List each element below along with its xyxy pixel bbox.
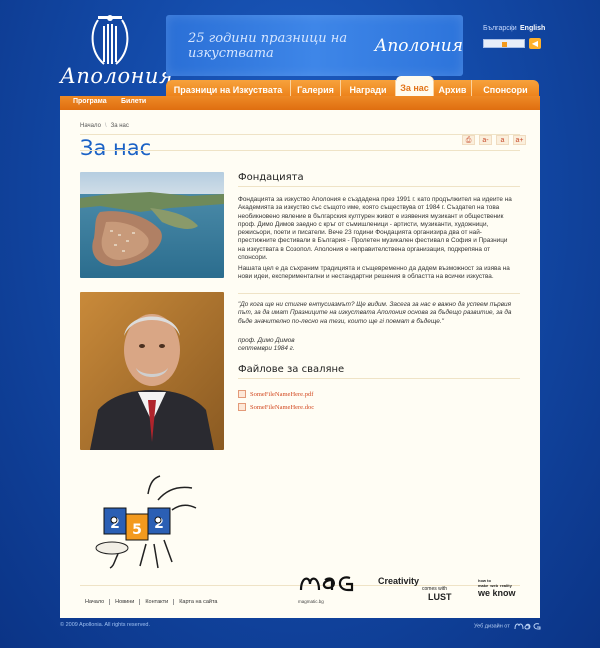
footer-link-sitemap[interactable]: Карта на сайта: [174, 599, 222, 605]
language-english-link[interactable]: English: [520, 25, 545, 32]
font-decrease-button[interactable]: a-: [479, 135, 492, 145]
logo-text: Аполония: [60, 64, 174, 88]
page-title: За нас: [80, 136, 152, 160]
magmatic-small-icon: [514, 623, 541, 630]
festival-mascot-illustration: 2 5 2: [95, 475, 197, 569]
quote-date: септември 1984 г.: [238, 345, 295, 352]
subnav-program[interactable]: Програма: [73, 98, 107, 105]
banner-text: 25 години празници на изкуствата: [188, 30, 348, 61]
sponsor-magmatic-logo[interactable]: magmatic.bg: [298, 572, 370, 604]
sponsor-creativity-logo[interactable]: Creativity comes with LUST: [378, 576, 464, 602]
sub-navigation: Програма Билети: [60, 96, 540, 110]
breadcrumb-separator: \: [104, 123, 107, 129]
content-panel: Начало \ За нас За нас ⎙ a- a a+ Фондаци…: [60, 110, 540, 618]
section-heading-foundation: Фондацията: [238, 172, 304, 183]
footer-link-news[interactable]: Новини: [110, 599, 141, 605]
foundation-paragraph: Фондацията за изкуство Аполония е създад…: [238, 196, 512, 262]
download-file-doc[interactable]: SomeFileNameHere.doc: [238, 403, 314, 411]
magmatic-mark-icon: [299, 576, 354, 592]
file-icon: [238, 390, 246, 398]
download-file-pdf[interactable]: SomeFileNameHere.pdf: [238, 390, 313, 398]
footer-link-contacts[interactable]: Контакти: [140, 599, 175, 605]
breadcrumb: Начало \ За нас: [80, 123, 129, 129]
creativity-line1: Creativity: [378, 576, 420, 586]
web-design-credit[interactable]: Уеб дизайн от: [474, 622, 544, 630]
file-name[interactable]: SomeFileNameHere.pdf: [250, 391, 313, 398]
divider: [238, 378, 520, 379]
portrait-photo: [80, 292, 224, 450]
svg-text:5: 5: [132, 522, 142, 538]
divider: [80, 150, 520, 151]
breadcrumb-home[interactable]: Начало: [80, 123, 101, 129]
file-icon: [238, 403, 246, 411]
web-design-label: Уеб дизайн от: [474, 623, 510, 630]
anniversary-banner[interactable]: 25 години празници на изкуствата Аполони…: [166, 15, 463, 76]
divider: [238, 293, 520, 294]
volume-slider[interactable]: [483, 39, 525, 48]
footer-links: Начало Новини Контакти Карта на сайта: [80, 599, 222, 605]
breadcrumb-current: За нас: [110, 123, 129, 129]
magmatic-caption: magmatic.bg: [298, 599, 324, 604]
lyre-icon: [91, 15, 129, 65]
font-increase-button[interactable]: a+: [513, 135, 526, 145]
font-reset-button[interactable]: a: [496, 135, 509, 145]
print-icon[interactable]: ⎙: [462, 135, 475, 145]
weknow-line5: we know: [478, 588, 516, 598]
text-tools: ⎙ a- a a+: [462, 135, 526, 145]
speaker-icon[interactable]: ◀: [529, 38, 541, 49]
apollonia-logo[interactable]: Аполония: [60, 12, 174, 92]
file-name[interactable]: SomeFileNameHere.doc: [250, 404, 314, 411]
section-heading-downloads: Файлове за сваляне: [238, 364, 345, 375]
goal-paragraph: Нашата цел е да съхраним традицията и съ…: [238, 265, 510, 281]
footer-link-home[interactable]: Начало: [80, 599, 111, 605]
subnav-tickets[interactable]: Билети: [121, 98, 146, 105]
divider: [80, 134, 520, 135]
founder-quote: "До кога ще ни стигне ентусиазмът? Ще ви…: [238, 301, 512, 325]
divider: [238, 186, 520, 187]
language-separator: |: [511, 25, 513, 32]
audio-player: ◀: [483, 38, 541, 49]
sozopol-aerial-photo: [80, 172, 224, 278]
sponsor-weknow-logo[interactable]: how to make web reality we know: [478, 578, 530, 598]
volume-knob[interactable]: [502, 42, 507, 47]
banner-logo: Аполония: [374, 35, 463, 56]
creativity-line3: LUST: [428, 592, 452, 602]
copyright-text: © 2009 Apollonia. All rights reserved.: [60, 622, 150, 628]
